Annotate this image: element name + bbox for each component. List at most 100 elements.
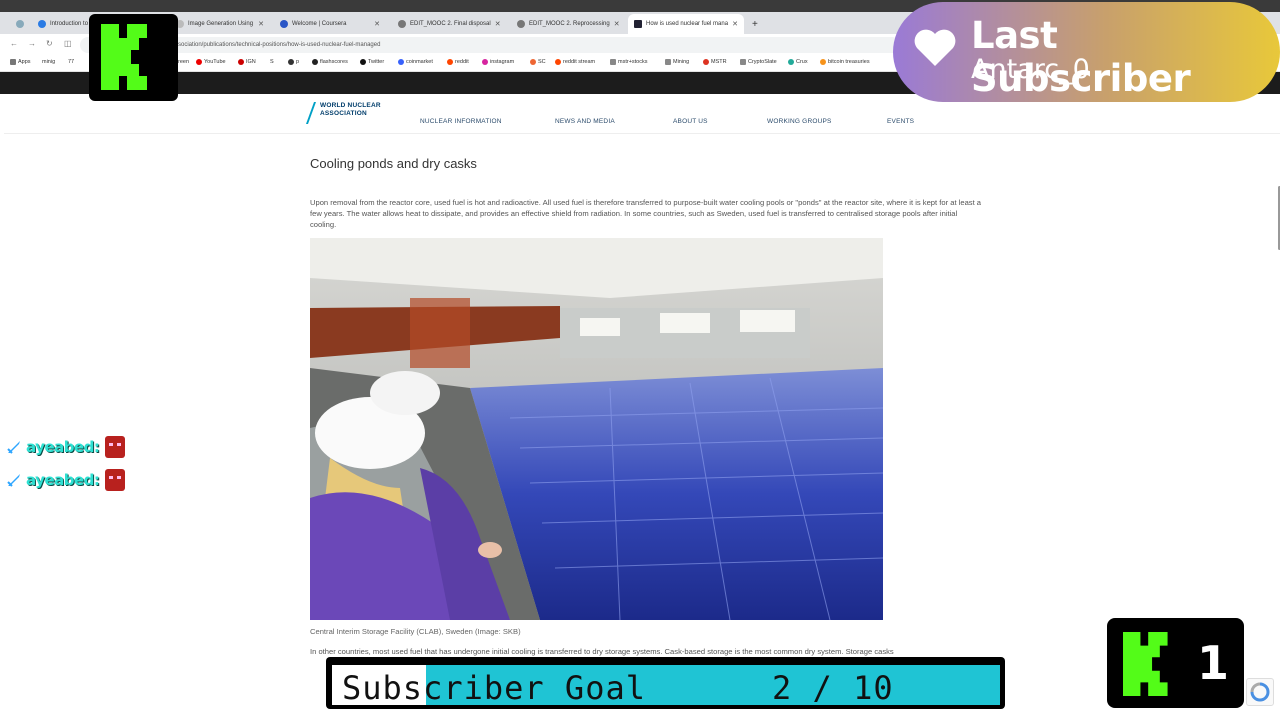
close-icon[interactable]: ✕	[370, 20, 380, 28]
logo-mark	[305, 102, 317, 124]
bookmark[interactable]: S	[270, 59, 274, 65]
close-icon[interactable]: ✕	[610, 20, 620, 28]
bookmark[interactable]: p	[288, 59, 299, 65]
bookmark-flashscores[interactable]: flashscores	[312, 59, 348, 65]
bookmark-instagram[interactable]: instagram	[482, 59, 514, 65]
logo-text-line1: WORLD NUCLEAR	[320, 102, 381, 109]
p-icon	[288, 59, 294, 65]
devil-emote-icon	[105, 435, 126, 458]
recaptcha-icon	[1250, 682, 1270, 702]
goal-label: Subscriber Goal	[342, 669, 646, 707]
sc-icon	[530, 59, 536, 65]
coinmarket-icon	[398, 59, 404, 65]
logo-text-line2: ASSOCIATION	[320, 110, 367, 117]
sword-badge-icon	[7, 473, 20, 487]
storage-pool-photo	[310, 238, 883, 620]
bookmark-reddit[interactable]: reddit	[447, 59, 469, 65]
tab-5[interactable]: EDIT_MOOC 2. Reprocessing ✕	[511, 14, 625, 34]
intro-paragraph: Upon removal from the reactor core, used…	[310, 198, 982, 229]
youtube-icon	[196, 59, 202, 65]
web-page: WORLD NUCLEAR ASSOCIATION NUCLEAR INFORM…	[4, 94, 1280, 720]
instagram-icon	[482, 59, 488, 65]
profile-icon	[16, 20, 24, 28]
globe-icon	[517, 20, 525, 28]
bookmark-bitcoin-treasuries[interactable]: bitcoin treasuries	[820, 59, 870, 65]
globe-icon	[398, 20, 406, 28]
close-icon[interactable]: ✕	[254, 20, 264, 28]
nav-about-us[interactable]: ABOUT US	[673, 118, 708, 125]
screen: Introduction to✕ Image Generation Using✕…	[0, 0, 1280, 720]
bitcoin-icon	[820, 59, 826, 65]
folder-icon	[740, 59, 746, 65]
goal-count: 2 / 10	[772, 669, 894, 707]
bookmark-coinmarket[interactable]: coinmarket	[398, 59, 433, 65]
back-icon[interactable]: ←	[10, 39, 18, 48]
bookmark-youtube[interactable]: YouTube	[196, 59, 226, 65]
ign-icon	[238, 59, 244, 65]
kick-count: 1	[1197, 636, 1230, 690]
x-icon	[360, 59, 366, 65]
bookmark[interactable]: SC	[530, 59, 546, 65]
chat-overlay: ayeabed: ayeabed:	[6, 430, 126, 496]
nav-working-groups[interactable]: WORKING GROUPS	[767, 118, 832, 125]
dry-storage-paragraph: In other countries, most used fuel that …	[310, 647, 894, 656]
bookmark[interactable]: 77	[68, 59, 74, 65]
bookmark-crux[interactable]: Crux	[788, 59, 808, 65]
kick-logo-top	[89, 14, 178, 101]
bookmark[interactable]: reen	[178, 59, 189, 65]
new-tab-button[interactable]: +	[746, 14, 762, 34]
bookmark-folder[interactable]: mstr+stocks	[610, 59, 648, 65]
bookmark-apps[interactable]: Apps	[10, 59, 31, 65]
tab-6-active[interactable]: How is used nuclear fuel mana ✕	[628, 14, 744, 34]
tab-2[interactable]: Image Generation Using ✕	[170, 14, 270, 34]
kick-icon	[101, 24, 147, 90]
chat-username: ayeabed:	[26, 437, 100, 456]
wna-icon	[634, 20, 642, 28]
folder-icon	[665, 59, 671, 65]
bookmark-reddit-stream[interactable]: reddit stream	[555, 59, 595, 65]
last-subscriber-name: Antarc_0	[971, 54, 1090, 85]
nav-news-and-media[interactable]: NEWS AND MEDIA	[555, 118, 615, 125]
forward-icon[interactable]: →	[28, 39, 36, 48]
nav-events[interactable]: EVENTS	[887, 118, 914, 125]
photo-illustration	[310, 238, 883, 620]
tab-4[interactable]: EDIT_MOOC 2. Final disposal ✕	[392, 14, 504, 34]
chat-message: ayeabed:	[6, 430, 126, 463]
nav-nuclear-information[interactable]: NUCLEAR INFORMATION	[420, 118, 502, 125]
reload-icon[interactable]: ↻	[46, 39, 53, 48]
sword-badge-icon	[7, 440, 20, 454]
bookmark-cryptoslate[interactable]: CryptoSlate	[740, 59, 777, 65]
address-bar[interactable]: sociation/publications/technical-positio…	[80, 37, 900, 53]
chrome-icon	[38, 20, 46, 28]
kick-icon	[1123, 632, 1168, 696]
url-text: sociation/publications/technical-positio…	[178, 42, 381, 48]
devil-emote-icon	[105, 468, 126, 491]
chat-username: ayeabed:	[26, 470, 100, 489]
bookmark-mstr[interactable]: MSTR	[703, 59, 727, 65]
bookmark-twitter[interactable]: Twitter	[360, 59, 384, 65]
section-heading: Cooling ponds and dry casks	[310, 156, 477, 171]
tab-menu-button[interactable]	[10, 14, 32, 34]
chat-message: ayeabed:	[6, 463, 126, 496]
tab-3[interactable]: Welcome | Coursera ✕	[274, 14, 386, 34]
crux-icon	[788, 59, 794, 65]
flashscores-icon	[312, 59, 318, 65]
mstr-icon	[703, 59, 709, 65]
reddit-icon	[555, 59, 561, 65]
apps-icon	[10, 59, 16, 65]
close-icon[interactable]: ✕	[491, 20, 501, 28]
close-icon[interactable]: ✕	[728, 20, 738, 28]
folder-icon	[610, 59, 616, 65]
bookmark[interactable]: minig	[42, 59, 55, 65]
goal-track: Subscriber Goal 2 / 10	[332, 665, 1000, 707]
bookmark-folder[interactable]: Mining	[665, 59, 689, 65]
reddit-icon	[447, 59, 453, 65]
photo-caption: Central Interim Storage Facility (CLAB),…	[310, 627, 521, 636]
kick-counter-widget: 1	[1107, 618, 1244, 708]
coursera-icon	[280, 20, 288, 28]
recaptcha-badge[interactable]	[1246, 678, 1274, 706]
last-subscriber-alert: Last Subscriber Antarc_0	[893, 2, 1280, 102]
bookmark-ign[interactable]: IGN	[238, 59, 256, 65]
split-view-icon[interactable]: ◫	[64, 39, 72, 48]
wna-logo[interactable]: WORLD NUCLEAR ASSOCIATION	[305, 100, 390, 124]
